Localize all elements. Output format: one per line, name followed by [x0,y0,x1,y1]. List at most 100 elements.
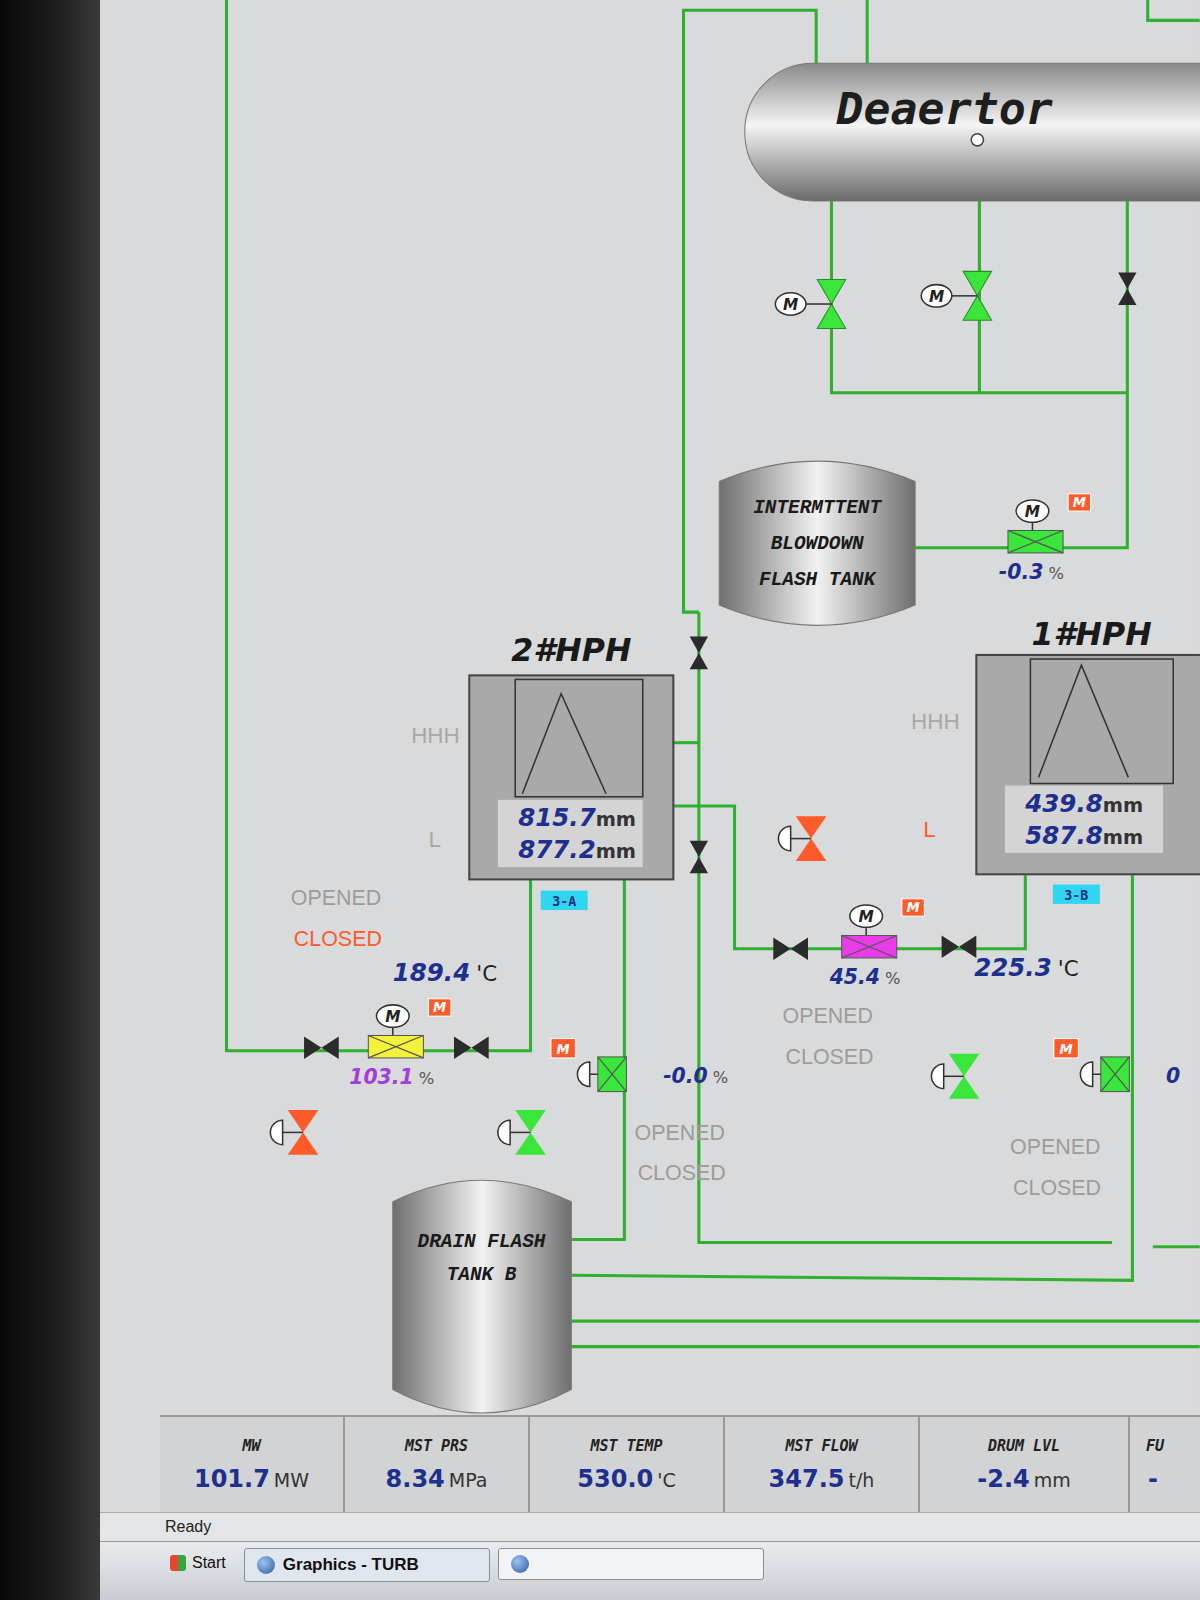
opened-label: OPENED [635,1121,725,1145]
valve[interactable]: M M -0.3% [999,494,1091,585]
app-icon [257,1556,275,1574]
status-cell: MST TEMP530.0'C [530,1417,725,1512]
status-unit: 'C [657,1469,676,1491]
motor-label: M [1025,503,1040,521]
status-text: Ready [165,1518,211,1536]
pipe [1153,1245,1200,1248]
deaerator-label: Deaertor [836,82,1053,135]
status-value: 101.7MW [194,1465,309,1493]
position-indicator: OPENED CLOSED [1010,1135,1101,1200]
tank-label: BLOWDOWN [771,533,864,555]
status-value: 8.34MPa [386,1465,488,1493]
status-value: -2.4mm [977,1465,1071,1493]
manual-badge-label: M [906,900,919,915]
valve[interactable]: M [921,271,991,320]
gate-valve-icon [959,936,976,958]
gate-valve-icon [690,841,708,874]
valve[interactable]: M-0.0% [551,1039,728,1092]
status-bar: MW101.7MW MST PRS 8.34MPa MST TEMP530.0'CMS… [160,1415,1200,1512]
motor-label: M [859,908,874,926]
valve[interactable] [304,1037,339,1059]
opened-label: OPENED [783,1004,873,1028]
taskbar-button[interactable] [498,1548,764,1580]
valve[interactable]: M M 45.4% [829,899,925,990]
manual-badge [429,999,451,1016]
manual-badge-label: M [1073,495,1086,510]
valve[interactable] [773,938,808,960]
tag-label: 3-A [552,894,576,909]
actuator-icon [270,1120,282,1144]
taskbar-button[interactable]: Graphics - TURB [244,1548,490,1582]
status-unit: mm [1034,1469,1071,1491]
manual-badge [1054,1039,1078,1058]
closed-label: CLOSED [1013,1176,1101,1200]
valve-reading: -0.0% [663,1064,728,1088]
opened-label: OPENED [1010,1135,1100,1159]
valve[interactable] [690,637,708,670]
start-label: Start [192,1554,226,1572]
valve-reading: 45.4% [829,965,901,989]
valve[interactable] [942,936,977,958]
control-valve-icon [368,1035,423,1057]
pipe [915,194,1127,548]
valve[interactable]: M [775,280,845,329]
valve[interactable] [931,1054,979,1099]
tube-icon [522,694,606,794]
actuator-icon [577,1062,589,1086]
tag-badge [1053,885,1100,904]
closed-label: CLOSED [638,1161,726,1185]
motor-icon [1016,500,1049,522]
status-cell: MW101.7MW [160,1417,345,1512]
status-cell: MST FLOW347.5t/h [725,1417,920,1512]
valve[interactable]: M0 [1054,1039,1180,1092]
heater[interactable]: 1#HPH439.8mm587.8mmHHHL3-B [911,616,1200,904]
control-valve-icon [598,1057,627,1092]
status-value: - [1148,1465,1162,1493]
manual-badge [551,1039,575,1058]
heater-body [976,655,1200,874]
valve-reading: -0.3% [999,560,1064,584]
status-label: MST PRS [405,1437,468,1455]
app-icon [511,1555,529,1573]
status-cell: MST PRS 8.34MPa [345,1417,530,1512]
start-button[interactable]: Start [160,1548,236,1578]
status-unit: t/h [849,1469,875,1491]
level-box [1005,786,1163,853]
gate-valve-icon [471,1037,488,1059]
tank-label: FLASH TANK [759,569,877,591]
outlet-icon [971,134,983,146]
gate-valve-icon [304,1037,321,1059]
valve[interactable] [454,1037,489,1059]
valve[interactable] [690,841,708,874]
motor-label: M [385,1008,400,1026]
gate-valve-icon [773,938,790,960]
manual-badge [1068,494,1090,511]
actuator-icon [931,1064,943,1088]
gate-valve-icon [690,637,708,670]
status-cell: DRUM LVL-2.4mm [920,1417,1130,1512]
control-valve-icon [842,936,897,958]
deaerator-vessel [745,63,1200,201]
pipe [673,806,1025,949]
position-indicator: OPENED CLOSED [783,1004,874,1069]
manual-badge-label: M [433,1000,446,1015]
pipe [571,1345,1199,1348]
valve[interactable] [778,816,826,861]
valve[interactable] [1118,272,1136,305]
heater-body [469,675,673,879]
heater[interactable]: 2#HPH815.7mm877.2mmHHHL3-A [411,632,673,910]
pipe [571,875,1132,1280]
level-box [498,800,643,867]
valve-reading: 0 [1166,1064,1180,1088]
motor-icon [850,905,883,927]
tank-icon [393,1180,572,1413]
temperature-reading: 225.3'C [974,953,1078,982]
closed-label: CLOSED [786,1045,874,1069]
valve[interactable]: MM103.1% [349,999,451,1090]
valve[interactable] [270,1110,318,1155]
motor-icon [921,285,952,307]
motor-label: M [783,296,798,314]
status-label: MST TEMP [590,1437,662,1455]
position-indicator: OPENEDCLOSED [291,886,382,951]
valve[interactable] [498,1110,546,1155]
